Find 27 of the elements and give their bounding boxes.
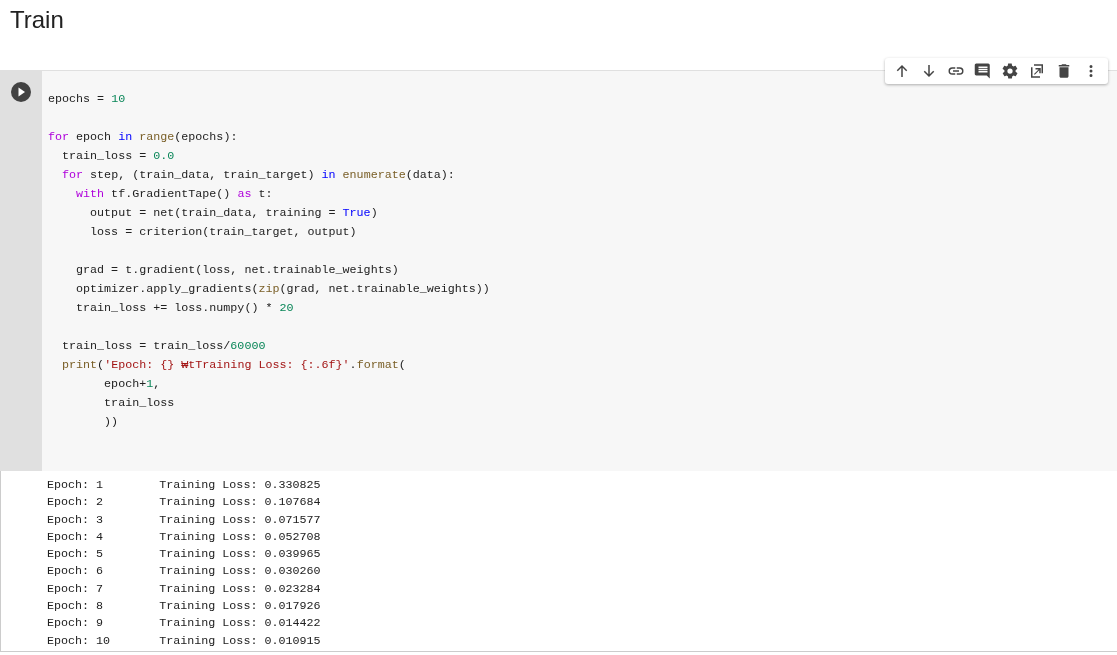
code-line: epochs = 10	[48, 91, 127, 108]
code-line: train_loss	[103, 395, 176, 412]
output-line: Epoch: 8 Training Loss: 0.017926	[47, 598, 321, 616]
code-line: for step, (train_data, train_target) in enumerate(data):	[61, 167, 456, 184]
output-line: Epoch: 10 Training Loss: 0.010915	[47, 632, 321, 650]
code-line: grad = t.gradient(loss, net.trainable_weights)	[75, 262, 400, 279]
code-line: print('Epoch: {} ₩tTraining Loss: {:.6f}'.format(	[61, 357, 407, 374]
code-line: optimizer.apply_gradients(zip(grad, net.trainable_weights))	[75, 281, 490, 298]
code-line: ))	[103, 414, 120, 431]
run-button[interactable]	[10, 81, 32, 103]
output-line: Epoch: 9 Training Loss: 0.014422	[47, 615, 321, 633]
code-line: train_loss = 0.0	[61, 148, 176, 165]
code-line: loss = criterion(train_target, output)	[89, 224, 358, 241]
code-line: epoch+1,	[103, 376, 162, 393]
output-line: Epoch: 7 Training Loss: 0.023284	[47, 580, 321, 598]
code-line: output = net(train_data, training = True)	[89, 205, 379, 222]
section-title: Train	[10, 6, 64, 34]
output-line: Epoch: 2 Training Loss: 0.107684	[47, 494, 321, 512]
output-line: Epoch: 6 Training Loss: 0.030260	[47, 563, 321, 581]
output-line: Epoch: 3 Training Loss: 0.071577	[47, 511, 321, 529]
output-line: Epoch: 1 Training Loss: 0.330825	[47, 477, 321, 494]
code-line: train_loss += loss.numpy() * 20	[75, 300, 295, 317]
code-line: for epoch in range(epochs):	[48, 129, 239, 146]
code-line: with tf.GradientTape() as t:	[75, 186, 274, 203]
code-line: train_loss = train_loss/60000	[61, 338, 267, 355]
output-line: Epoch: 5 Training Loss: 0.039965	[47, 546, 321, 564]
output-line: Epoch: 4 Training Loss: 0.052708	[47, 528, 321, 546]
